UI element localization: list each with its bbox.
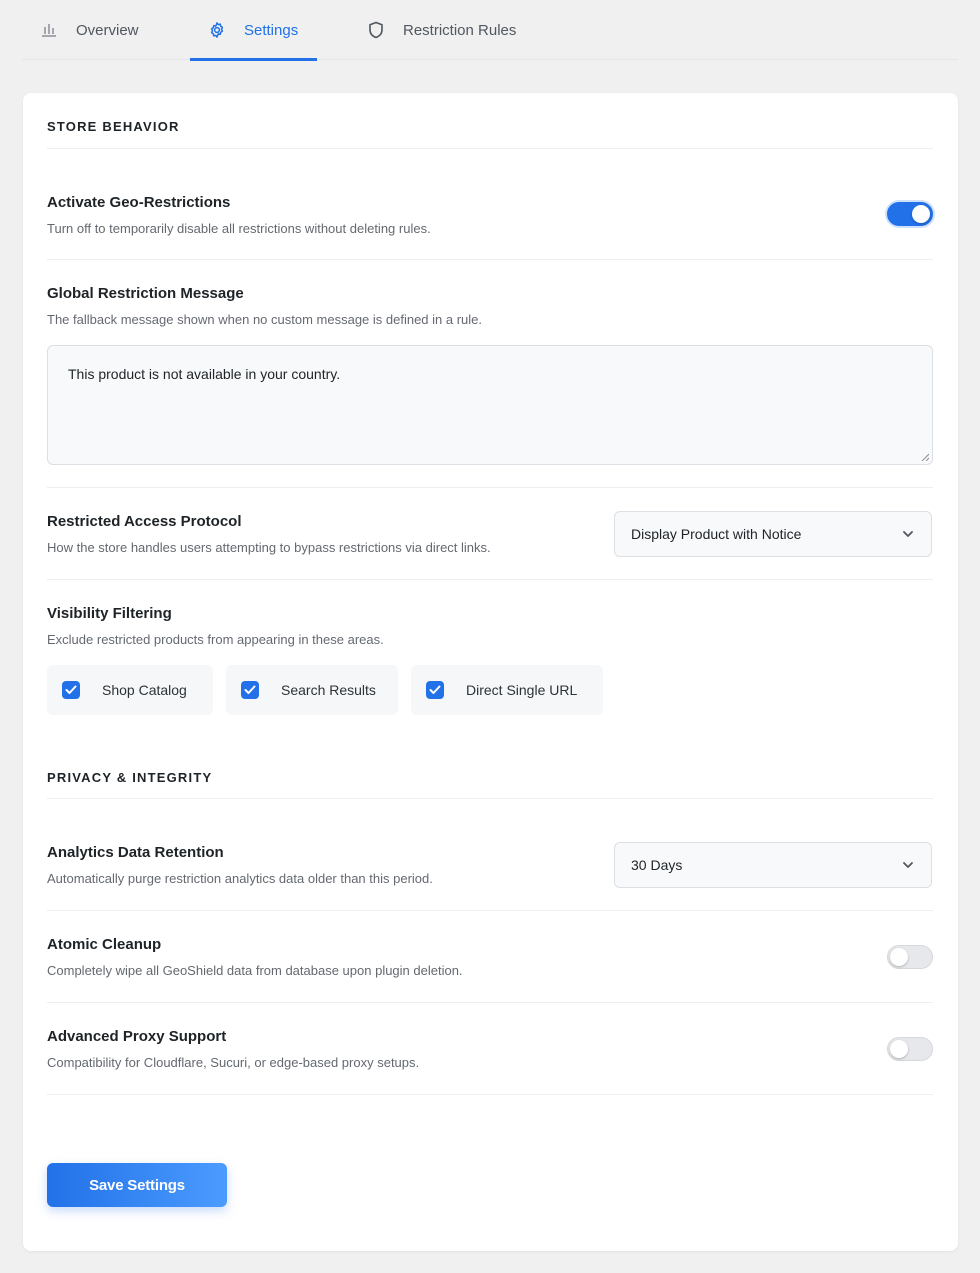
bar-chart-icon xyxy=(40,21,58,39)
data-retention-select[interactable]: 30 Days xyxy=(614,842,932,888)
global-message-title: Global Restriction Message xyxy=(47,285,244,302)
settings-card: STORE BEHAVIOR Activate Geo-Restrictions… xyxy=(23,93,958,1251)
chevron-down-icon xyxy=(903,862,913,868)
proxy-support-desc: Compatibility for Cloudflare, Sucuri, or… xyxy=(47,1055,420,1070)
toggle-knob xyxy=(890,948,908,966)
divider xyxy=(47,579,933,580)
checkbox-label: Shop Catalog xyxy=(102,682,187,698)
checkbox-shop-catalog[interactable]: Shop Catalog xyxy=(47,665,213,715)
atomic-cleanup-toggle[interactable] xyxy=(887,945,933,969)
proxy-support-toggle[interactable] xyxy=(887,1037,933,1061)
tab-settings-label: Settings xyxy=(244,21,299,39)
tab-restriction-rules[interactable]: Restriction Rules xyxy=(367,0,516,60)
access-protocol-desc: How the store handles users attempting t… xyxy=(47,540,491,555)
tab-overview-label: Overview xyxy=(76,21,139,39)
checkbox-search-results[interactable]: Search Results xyxy=(226,665,398,715)
geo-restrictions-title: Activate Geo-Restrictions xyxy=(47,194,231,211)
divider xyxy=(47,798,933,799)
data-retention-desc: Automatically purge restriction analytic… xyxy=(47,871,433,886)
access-protocol-value: Display Product with Notice xyxy=(631,526,802,542)
tab-restriction-rules-label: Restriction Rules xyxy=(403,21,517,39)
resize-handle-icon[interactable] xyxy=(921,453,929,461)
gear-icon xyxy=(208,21,226,39)
data-retention-value: 30 Days xyxy=(631,857,683,873)
global-message-value: This product is not available in your co… xyxy=(68,366,341,382)
geo-restrictions-toggle[interactable] xyxy=(887,202,933,226)
visibility-filtering-desc: Exclude restricted products from appeari… xyxy=(47,632,384,647)
divider xyxy=(47,1094,933,1095)
checkbox-direct-single-url[interactable]: Direct Single URL xyxy=(411,665,603,715)
toggle-knob xyxy=(912,205,930,223)
checkmark-icon xyxy=(62,681,80,699)
tab-bar: Overview Settings Restriction Rules xyxy=(22,0,958,61)
data-retention-title: Analytics Data Retention xyxy=(47,844,224,861)
access-protocol-title: Restricted Access Protocol xyxy=(47,513,242,530)
section-title-store-behavior: STORE BEHAVIOR xyxy=(47,119,180,134)
divider xyxy=(47,1002,933,1003)
divider xyxy=(47,487,933,488)
toggle-knob xyxy=(890,1040,908,1058)
access-protocol-select[interactable]: Display Product with Notice xyxy=(614,511,932,557)
visibility-filtering-title: Visibility Filtering xyxy=(47,605,172,622)
checkbox-label: Search Results xyxy=(281,682,376,698)
geo-restrictions-desc: Turn off to temporarily disable all rest… xyxy=(47,221,431,236)
divider xyxy=(47,910,933,911)
atomic-cleanup-title: Atomic Cleanup xyxy=(47,936,162,953)
checkbox-label: Direct Single URL xyxy=(466,682,578,698)
divider xyxy=(47,259,933,260)
divider xyxy=(47,148,933,149)
global-message-desc: The fallback message shown when no custo… xyxy=(47,312,483,327)
chevron-down-icon xyxy=(903,531,913,537)
checkmark-icon xyxy=(241,681,259,699)
global-message-textarea[interactable]: This product is not available in your co… xyxy=(47,345,933,465)
shield-icon xyxy=(367,21,385,39)
section-title-privacy: PRIVACY & INTEGRITY xyxy=(47,770,213,785)
proxy-support-title: Advanced Proxy Support xyxy=(47,1028,227,1045)
tab-overview[interactable]: Overview xyxy=(40,0,139,60)
save-settings-button[interactable]: Save Settings xyxy=(47,1163,227,1207)
tab-settings[interactable]: Settings xyxy=(190,0,317,61)
checkmark-icon xyxy=(426,681,444,699)
atomic-cleanup-desc: Completely wipe all GeoShield data from … xyxy=(47,963,463,978)
